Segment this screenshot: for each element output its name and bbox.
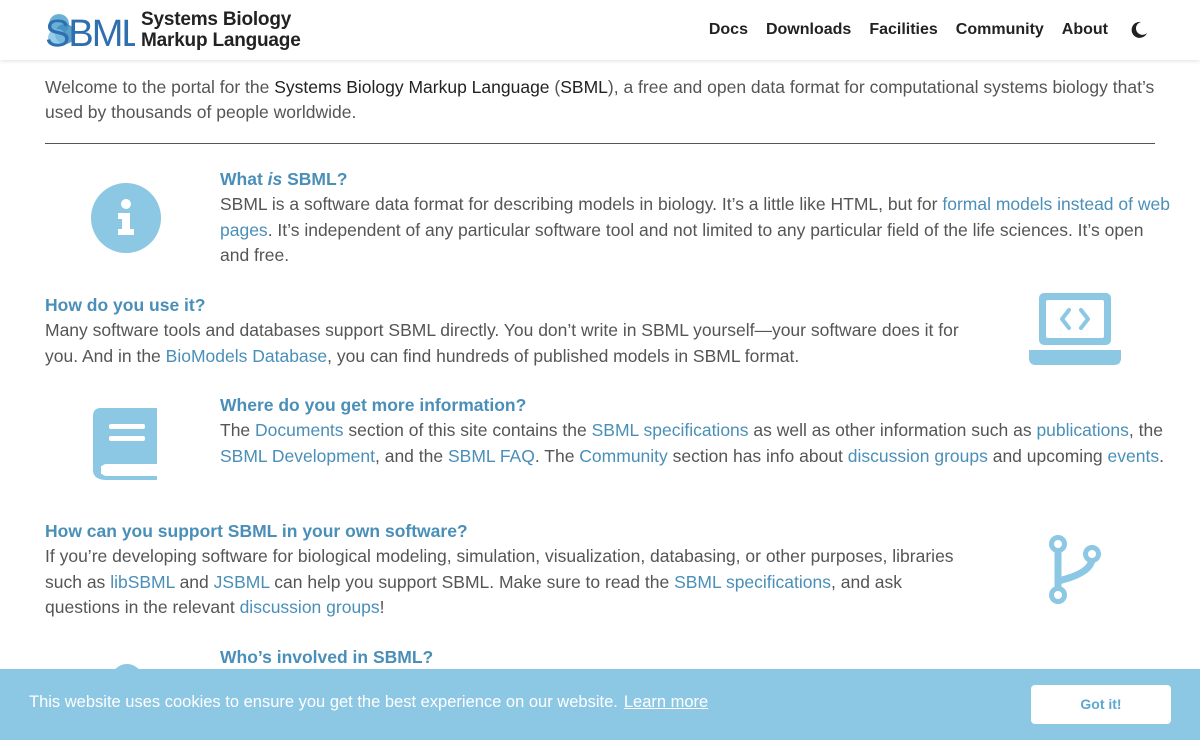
title-what-post: SBML? [282,169,348,189]
support-text-2: and [174,571,214,592]
intro-sbml-full: Systems Biology Markup Language [274,77,550,97]
support-text-5: ! [379,597,385,617]
biomodels-link[interactable]: BioModels Database [166,346,327,366]
events-link[interactable]: events [1108,446,1160,466]
logo-text: Systems Biology Markup Language [141,9,301,51]
where-text-9: . [1159,445,1164,466]
section-title-who: Who’s involved in SBML? [220,647,434,667]
section-title-what: What is SBML? [220,167,1175,192]
title-what-em: is [267,169,283,189]
where-text-1: The [220,420,256,440]
cookie-text: This website uses cookies to ensure you … [29,693,618,711]
got-it-button[interactable]: Got it! [1031,685,1171,724]
where-text-7: section has info about [667,445,848,466]
section-body-where: The Documents section of this site conta… [220,418,1175,469]
sbml-faq-link[interactable]: SBML FAQ [448,446,535,466]
top-navbar: SBML Systems Biology Markup Language Doc… [0,0,1200,60]
section-body-how: Many software tools and databases suppor… [45,318,965,369]
publications-link[interactable]: publications [1036,420,1128,440]
what-text-2: . It’s independent of any particular sof… [220,219,1144,266]
section-body-support: If you’re developing software for biolog… [45,544,965,621]
documents-link[interactable]: Documents [255,420,344,440]
main-nav: Docs Downloads Facilities Community Abou… [691,0,1148,60]
intro-sbml-abbr: SBML [560,77,608,97]
support-text-3: can help you support SBML. Make sure to … [269,571,675,592]
section-support: How can you support SBML in your own sof… [45,519,965,621]
sbml-specifications-link[interactable]: SBML specifications [592,420,749,440]
sbml-development-link[interactable]: SBML Development [220,446,375,466]
logo-line-2: Markup Language [141,30,301,51]
where-text-6: . The [534,445,580,466]
cookie-message: This website uses cookies to ensure you … [29,693,708,712]
libsbml-link[interactable]: libSBML [110,572,175,592]
community-link[interactable]: Community [579,446,668,466]
discussion-groups-link-2[interactable]: discussion groups [240,597,380,617]
how-text-2: , you can find hundreds of published mod… [327,345,800,366]
learn-more-link[interactable]: Learn more [624,693,708,711]
moon-icon[interactable] [1130,21,1148,39]
site-logo[interactable]: SBML Systems Biology Markup Language [45,9,301,51]
nav-downloads[interactable]: Downloads [766,21,851,39]
logo-line-1: Systems Biology [141,9,292,30]
intro-text-1: Welcome to the portal for the [45,77,275,97]
sbml-logo-icon: SBML [45,13,135,50]
jsbml-link[interactable]: JSBML [214,572,270,592]
section-how-use: How do you use it? Many software tools a… [45,293,965,369]
section-more-info: Where do you get more information? The D… [220,393,1175,469]
section-title-where: Where do you get more information? [220,395,527,415]
laptop-code-icon [1029,293,1121,374]
where-text-3: as well as other information such as [748,420,1037,440]
section-title-how: How do you use it? [45,295,206,315]
nav-facilities[interactable]: Facilities [869,21,937,39]
where-text-5: , and the [374,445,448,466]
sbml-specifications-link-2[interactable]: SBML specifications [674,572,831,592]
where-text-2: section of this site contains the [343,420,592,440]
where-text-4: , the [1128,420,1163,440]
where-text-8: and upcoming [987,445,1108,466]
info-icon [90,182,162,259]
intro-text-2: ( [549,77,561,97]
divider [45,143,1155,144]
nav-docs[interactable]: Docs [709,21,748,39]
section-whos-involved: Who’s involved in SBML? [220,645,1175,670]
nav-community[interactable]: Community [956,21,1044,39]
section-title-support: How can you support SBML in your own sof… [45,521,468,541]
nav-about[interactable]: About [1062,21,1108,39]
logo-mark-text: SBML [45,13,135,50]
intro-paragraph: Welcome to the portal for the Systems Bi… [45,75,1155,125]
section-what-is-sbml: What is SBML? SBML is a software data fo… [220,167,1175,269]
discussion-groups-link[interactable]: discussion groups [848,446,988,466]
cookie-banner: This website uses cookies to ensure you … [0,669,1200,740]
title-what-pre: What [220,169,268,189]
section-body-what: SBML is a software data format for descr… [220,192,1175,269]
book-icon [93,406,159,487]
what-text-1: SBML is a software data format for descr… [220,194,943,214]
code-branch-icon [1045,533,1105,612]
